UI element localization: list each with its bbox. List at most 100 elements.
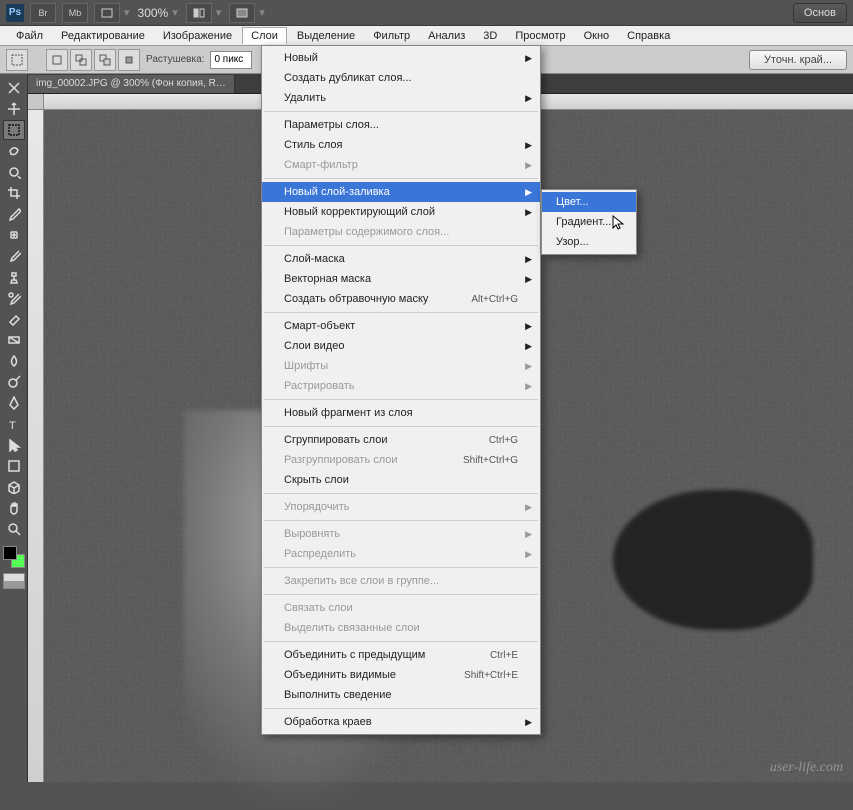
zoom-display[interactable]: 300%▾ [138, 6, 180, 20]
feather-input[interactable]: 0 пикс [210, 51, 252, 69]
submenu-item[interactable]: Градиент... [542, 212, 636, 232]
menu-редактирование[interactable]: Редактирование [53, 28, 153, 44]
menu-окно[interactable]: Окно [576, 28, 618, 44]
menuitem[interactable]: Новый▶ [262, 48, 540, 68]
eraser-tool[interactable] [3, 309, 25, 329]
ruler-corner [28, 94, 44, 110]
menuitem[interactable]: Объединить видимыеShift+Ctrl+E [262, 665, 540, 685]
menuitem: Распределить▶ [262, 544, 540, 564]
bridge-button[interactable]: Br [30, 3, 56, 23]
menu-фильтр[interactable]: Фильтр [365, 28, 418, 44]
blur-tool[interactable] [3, 351, 25, 371]
ruler-toggle-icon[interactable] [3, 78, 25, 98]
menuitem: Разгруппировать слоиShift+Ctrl+G [262, 450, 540, 470]
crop-tool[interactable] [3, 183, 25, 203]
menu-separator [264, 708, 538, 709]
brush-tool[interactable] [3, 246, 25, 266]
workspace-switcher[interactable]: Основ [793, 3, 847, 23]
menu-separator [264, 594, 538, 595]
menuitem: Параметры содержимого слоя... [262, 222, 540, 242]
lasso-tool[interactable] [3, 141, 25, 161]
menu-файл[interactable]: Файл [8, 28, 51, 44]
menuitem[interactable]: Стиль слоя▶ [262, 135, 540, 155]
menubar: ФайлРедактированиеИзображениеСлоиВыделен… [0, 26, 853, 46]
new-fill-layer-submenu: Цвет...Градиент...Узор... [541, 189, 637, 255]
gradient-tool[interactable] [3, 330, 25, 350]
watermark-text: user-life.com [770, 760, 843, 776]
menu-separator [264, 641, 538, 642]
menuitem[interactable]: Слои видео▶ [262, 336, 540, 356]
marquee-tool[interactable] [3, 120, 25, 140]
quickmask-toggle[interactable] [3, 573, 25, 589]
color-swatches[interactable] [3, 546, 25, 568]
menuitem[interactable]: Слой-маска▶ [262, 249, 540, 269]
menuitem[interactable]: Смарт-объект▶ [262, 316, 540, 336]
menuitem: Выделить связанные слои [262, 618, 540, 638]
quick-select-tool[interactable] [3, 162, 25, 182]
toolbox: T [0, 74, 28, 782]
menuitem[interactable]: Новый фрагмент из слоя [262, 403, 540, 423]
move-tool[interactable] [3, 99, 25, 119]
history-brush-tool[interactable] [3, 288, 25, 308]
type-tool[interactable]: T [3, 414, 25, 434]
screen-mode-picker[interactable]: ▾ [94, 3, 132, 23]
menu-выделение[interactable]: Выделение [289, 28, 363, 44]
menuitem[interactable]: Создать обтравочную маскуAlt+Ctrl+G [262, 289, 540, 309]
ruler-vertical [28, 110, 44, 782]
menuitem[interactable]: Создать дубликат слоя... [262, 68, 540, 88]
submenu-item[interactable]: Цвет... [542, 192, 636, 212]
3d-tool[interactable] [3, 477, 25, 497]
path-select-tool[interactable] [3, 435, 25, 455]
submenu-item[interactable]: Узор... [542, 232, 636, 252]
menuitem[interactable]: Удалить▶ [262, 88, 540, 108]
menu-separator [264, 399, 538, 400]
menuitem[interactable]: Параметры слоя... [262, 115, 540, 135]
svg-text:T: T [9, 420, 16, 431]
current-tool-icon[interactable] [6, 49, 28, 71]
menu-анализ[interactable]: Анализ [420, 28, 473, 44]
hand-tool[interactable] [3, 498, 25, 518]
menu-справка[interactable]: Справка [619, 28, 678, 44]
eyedropper-tool[interactable] [3, 204, 25, 224]
screenmode-picker[interactable]: ▾ [229, 3, 267, 23]
menuitem[interactable]: Новый слой-заливка▶ [262, 182, 540, 202]
stamp-tool[interactable] [3, 267, 25, 287]
menu-separator [264, 567, 538, 568]
menu-separator [264, 312, 538, 313]
arrange-picker[interactable]: ▾ [186, 3, 224, 23]
menu-3d[interactable]: 3D [475, 28, 505, 44]
menu-separator [264, 111, 538, 112]
healing-tool[interactable] [3, 225, 25, 245]
menuitem[interactable]: Скрыть слои [262, 470, 540, 490]
dodge-tool[interactable] [3, 372, 25, 392]
menuitem: Шрифты▶ [262, 356, 540, 376]
menuitem: Растрировать▶ [262, 376, 540, 396]
menuitem: Выровнять▶ [262, 524, 540, 544]
photo-content-dark [613, 490, 813, 630]
shape-tool[interactable] [3, 456, 25, 476]
pen-tool[interactable] [3, 393, 25, 413]
menuitem[interactable]: Сгруппировать слоиCtrl+G [262, 430, 540, 450]
menu-separator [264, 245, 538, 246]
menuitem[interactable]: Объединить с предыдущимCtrl+E [262, 645, 540, 665]
menuitem: Упорядочить▶ [262, 497, 540, 517]
menu-изображение[interactable]: Изображение [155, 28, 240, 44]
menuitem[interactable]: Новый корректирующий слой▶ [262, 202, 540, 222]
feather-label: Растушевка: [146, 54, 204, 65]
menu-просмотр[interactable]: Просмотр [507, 28, 573, 44]
minibridge-button[interactable]: Mb [62, 3, 88, 23]
menuitem[interactable]: Выполнить сведение [262, 685, 540, 705]
app-titlebar: Ps Br Mb ▾ 300%▾ ▾ ▾ Основ [0, 0, 853, 26]
menuitem: Связать слои [262, 598, 540, 618]
refine-edge-button[interactable]: Уточн. край... [749, 50, 847, 70]
menuitem[interactable]: Обработка краев▶ [262, 712, 540, 732]
selection-mode-group[interactable] [46, 49, 140, 71]
menu-separator [264, 178, 538, 179]
document-tab[interactable]: img_00002.JPG @ 300% (Фон копия, R… [28, 75, 235, 93]
menu-слои[interactable]: Слои [242, 27, 287, 44]
zoom-tool[interactable] [3, 519, 25, 539]
menuitem[interactable]: Векторная маска▶ [262, 269, 540, 289]
menuitem: Смарт-фильтр▶ [262, 155, 540, 175]
ps-logo-icon: Ps [6, 4, 24, 22]
menu-separator [264, 520, 538, 521]
